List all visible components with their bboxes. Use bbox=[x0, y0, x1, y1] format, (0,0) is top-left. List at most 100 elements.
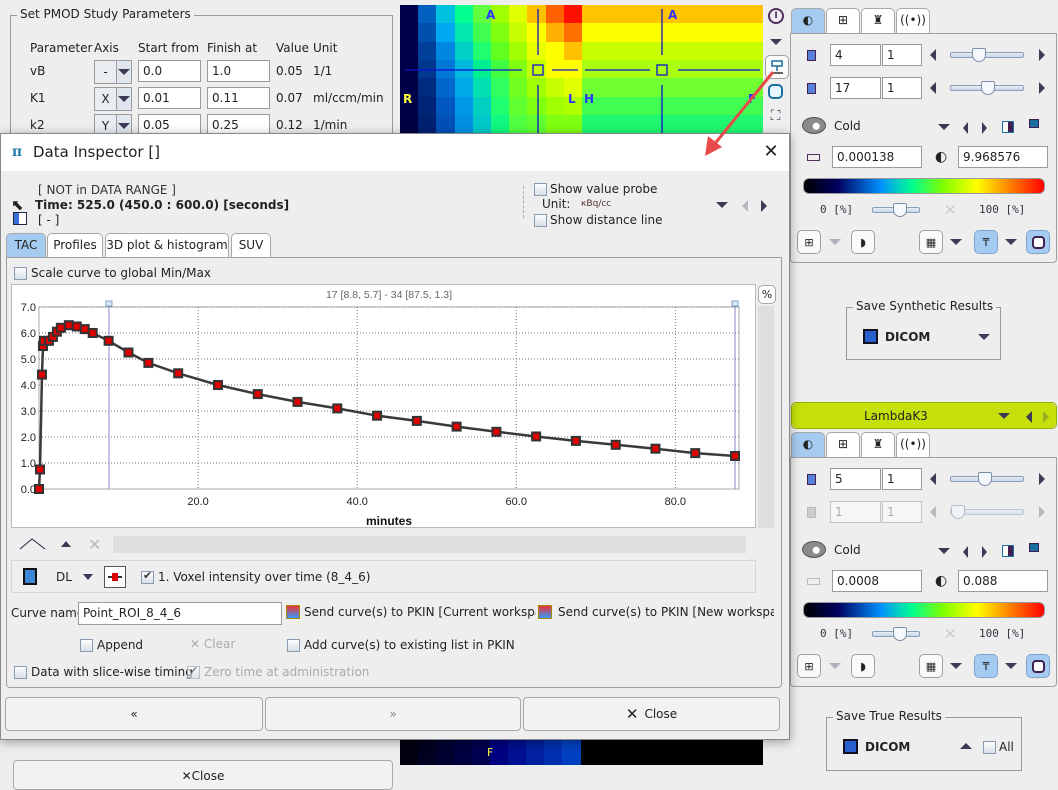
grid-icon[interactable]: ▦ bbox=[919, 230, 943, 254]
previous-button[interactable]: « bbox=[5, 697, 263, 731]
reset-icon[interactable]: ✕ bbox=[944, 201, 957, 219]
contrast-icon[interactable]: ◐ bbox=[935, 573, 947, 589]
prev-colortable-icon[interactable] bbox=[963, 546, 968, 558]
slider-thumb[interactable] bbox=[951, 505, 965, 519]
frame-slider[interactable] bbox=[950, 505, 1024, 519]
send-new-workspace-button[interactable]: Send curve(s) to PKIN [New workspace] bbox=[558, 605, 774, 619]
colortable-3d-icon[interactable] bbox=[1029, 119, 1039, 128]
slider-thumb[interactable] bbox=[972, 48, 986, 62]
axis-select[interactable]: X bbox=[94, 87, 132, 111]
panel-tab-fusion-icon[interactable]: ((•)) bbox=[896, 8, 930, 33]
panel-tab-contrast-icon[interactable]: ◐ bbox=[791, 432, 825, 457]
add-existing-checkbox[interactable] bbox=[287, 639, 300, 652]
fit-view-icon[interactable]: ⛶ bbox=[768, 108, 783, 124]
scale-curve-checkbox[interactable] bbox=[14, 267, 27, 280]
contrast-icon[interactable]: ◐ bbox=[935, 149, 947, 165]
chart-scrollbar[interactable] bbox=[758, 306, 774, 528]
dropdown-arrow-icon[interactable] bbox=[1005, 239, 1017, 245]
mask-icon[interactable]: ◗ bbox=[851, 654, 875, 678]
grid-icon[interactable]: ▦ bbox=[919, 654, 943, 678]
close-icon[interactable]: ✕ bbox=[761, 140, 781, 162]
min-input[interactable]: 0.0008 bbox=[832, 570, 922, 592]
roi-outline-icon[interactable] bbox=[1026, 654, 1050, 678]
panel-tab-tools-icon[interactable]: ♜ bbox=[861, 432, 895, 457]
colortable-3d-icon[interactable] bbox=[1029, 543, 1039, 552]
threshold-slider[interactable] bbox=[872, 203, 920, 217]
unit-value[interactable]: кBq/cc bbox=[581, 199, 611, 209]
prev-colortable-icon[interactable] bbox=[963, 122, 968, 134]
slider-thumb[interactable] bbox=[978, 472, 992, 486]
curve-color-icon[interactable] bbox=[104, 566, 126, 588]
panel-tab-layout-icon[interactable]: ⊞ bbox=[826, 432, 860, 457]
frame-next-icon[interactable] bbox=[1039, 506, 1045, 518]
panel-tab-contrast-icon[interactable]: ◐ bbox=[791, 8, 825, 33]
tab-3d-plot[interactable]: 3D plot & histogram bbox=[105, 233, 229, 257]
reset-icon[interactable]: ✕ bbox=[944, 625, 957, 643]
prev-series-icon[interactable] bbox=[1026, 411, 1032, 423]
min-input[interactable]: 0.000138 bbox=[832, 146, 922, 168]
append-checkbox[interactable] bbox=[80, 639, 93, 652]
format-dropdown-icon[interactable] bbox=[960, 743, 972, 749]
cursor-handle[interactable] bbox=[731, 300, 739, 307]
colortable-dropdown-icon[interactable] bbox=[938, 548, 950, 554]
frame-step-input[interactable]: 1 bbox=[882, 77, 922, 99]
next-colortable-icon[interactable] bbox=[982, 546, 987, 558]
colortable-dropdown-icon[interactable] bbox=[938, 124, 950, 130]
curve-scrollbar[interactable] bbox=[113, 536, 746, 553]
finish-input[interactable]: 1.0 bbox=[207, 60, 270, 82]
data-inspector-icon[interactable] bbox=[765, 55, 789, 79]
format-dropdown-icon[interactable] bbox=[83, 574, 93, 580]
start-input[interactable]: 0.01 bbox=[138, 87, 201, 109]
slider-thumb[interactable] bbox=[893, 203, 907, 217]
dropdown-arrow-icon[interactable] bbox=[950, 663, 962, 669]
next-icon[interactable] bbox=[761, 200, 767, 212]
save-curve-icon[interactable] bbox=[23, 568, 37, 585]
cursor-handle[interactable] bbox=[105, 300, 113, 307]
move-up-icon[interactable] bbox=[61, 541, 71, 547]
finish-input[interactable]: 0.11 bbox=[207, 87, 270, 109]
tab-suv[interactable]: SUV bbox=[231, 233, 271, 257]
tab-tac[interactable]: TAC bbox=[6, 233, 46, 257]
curve-visible-checkbox[interactable] bbox=[141, 569, 154, 584]
curve-format[interactable]: DL bbox=[56, 570, 72, 584]
panel-tab-fusion-icon[interactable]: ((•)) bbox=[896, 432, 930, 457]
next-series-icon[interactable] bbox=[1043, 411, 1049, 423]
colortable-name[interactable]: Cold bbox=[834, 543, 861, 557]
mask-icon[interactable]: ◗ bbox=[851, 230, 875, 254]
percent-button[interactable]: % bbox=[758, 285, 776, 304]
slice-step-input[interactable]: 1 bbox=[882, 468, 922, 490]
layout-icon[interactable]: ⊞ bbox=[797, 230, 821, 254]
slice-next-icon[interactable] bbox=[1039, 473, 1045, 485]
zero-time-checkbox[interactable] bbox=[187, 664, 200, 679]
dropdown-arrow-icon[interactable] bbox=[829, 239, 841, 245]
dropdown-arrow-icon[interactable] bbox=[829, 663, 841, 669]
axis-select[interactable]: - bbox=[94, 60, 132, 84]
invert-colortable-icon[interactable] bbox=[1002, 545, 1014, 557]
show-distance-line-checkbox[interactable] bbox=[534, 214, 547, 227]
curve-style-icon[interactable] bbox=[18, 536, 48, 552]
text-overlay-icon[interactable]: ₸ bbox=[974, 654, 998, 678]
show-value-probe-checkbox[interactable] bbox=[534, 183, 547, 196]
send-current-workspace-button[interactable]: Send curve(s) to PKIN [Current workspace… bbox=[304, 605, 536, 619]
next-button[interactable]: » bbox=[265, 697, 521, 731]
max-input[interactable]: 0.088 bbox=[958, 570, 1048, 592]
save-disk-icon[interactable] bbox=[863, 329, 878, 344]
slice-input[interactable]: 5 bbox=[830, 468, 881, 490]
chart-area[interactable]: 0.0 1.0 2.0 3.0 4.0 5.0 6.0 7.0 20.0 40.0 60.0 80.0… bbox=[11, 284, 756, 528]
tab-profiles[interactable]: Profiles bbox=[47, 233, 103, 257]
slice-step-input[interactable]: 1 bbox=[882, 44, 922, 66]
save-format[interactable]: DICOM bbox=[865, 740, 910, 754]
frame-step-input[interactable]: 1 bbox=[882, 501, 922, 523]
frame-prev-icon[interactable] bbox=[930, 506, 936, 518]
colorbar[interactable] bbox=[803, 602, 1045, 618]
unit-dropdown-icon[interactable] bbox=[716, 202, 728, 208]
frame-input[interactable]: 17 bbox=[830, 77, 881, 99]
slice-next-icon[interactable] bbox=[1039, 49, 1045, 61]
slice-prev-icon[interactable] bbox=[930, 49, 936, 61]
threshold-slider[interactable] bbox=[872, 627, 920, 641]
info-icon[interactable]: I bbox=[768, 8, 784, 24]
roi-outline-icon[interactable] bbox=[1026, 230, 1050, 254]
slider-thumb[interactable] bbox=[981, 81, 995, 95]
max-input[interactable]: 9.968576 bbox=[958, 146, 1048, 168]
series-selector[interactable]: LambdaK3 bbox=[791, 402, 1057, 429]
